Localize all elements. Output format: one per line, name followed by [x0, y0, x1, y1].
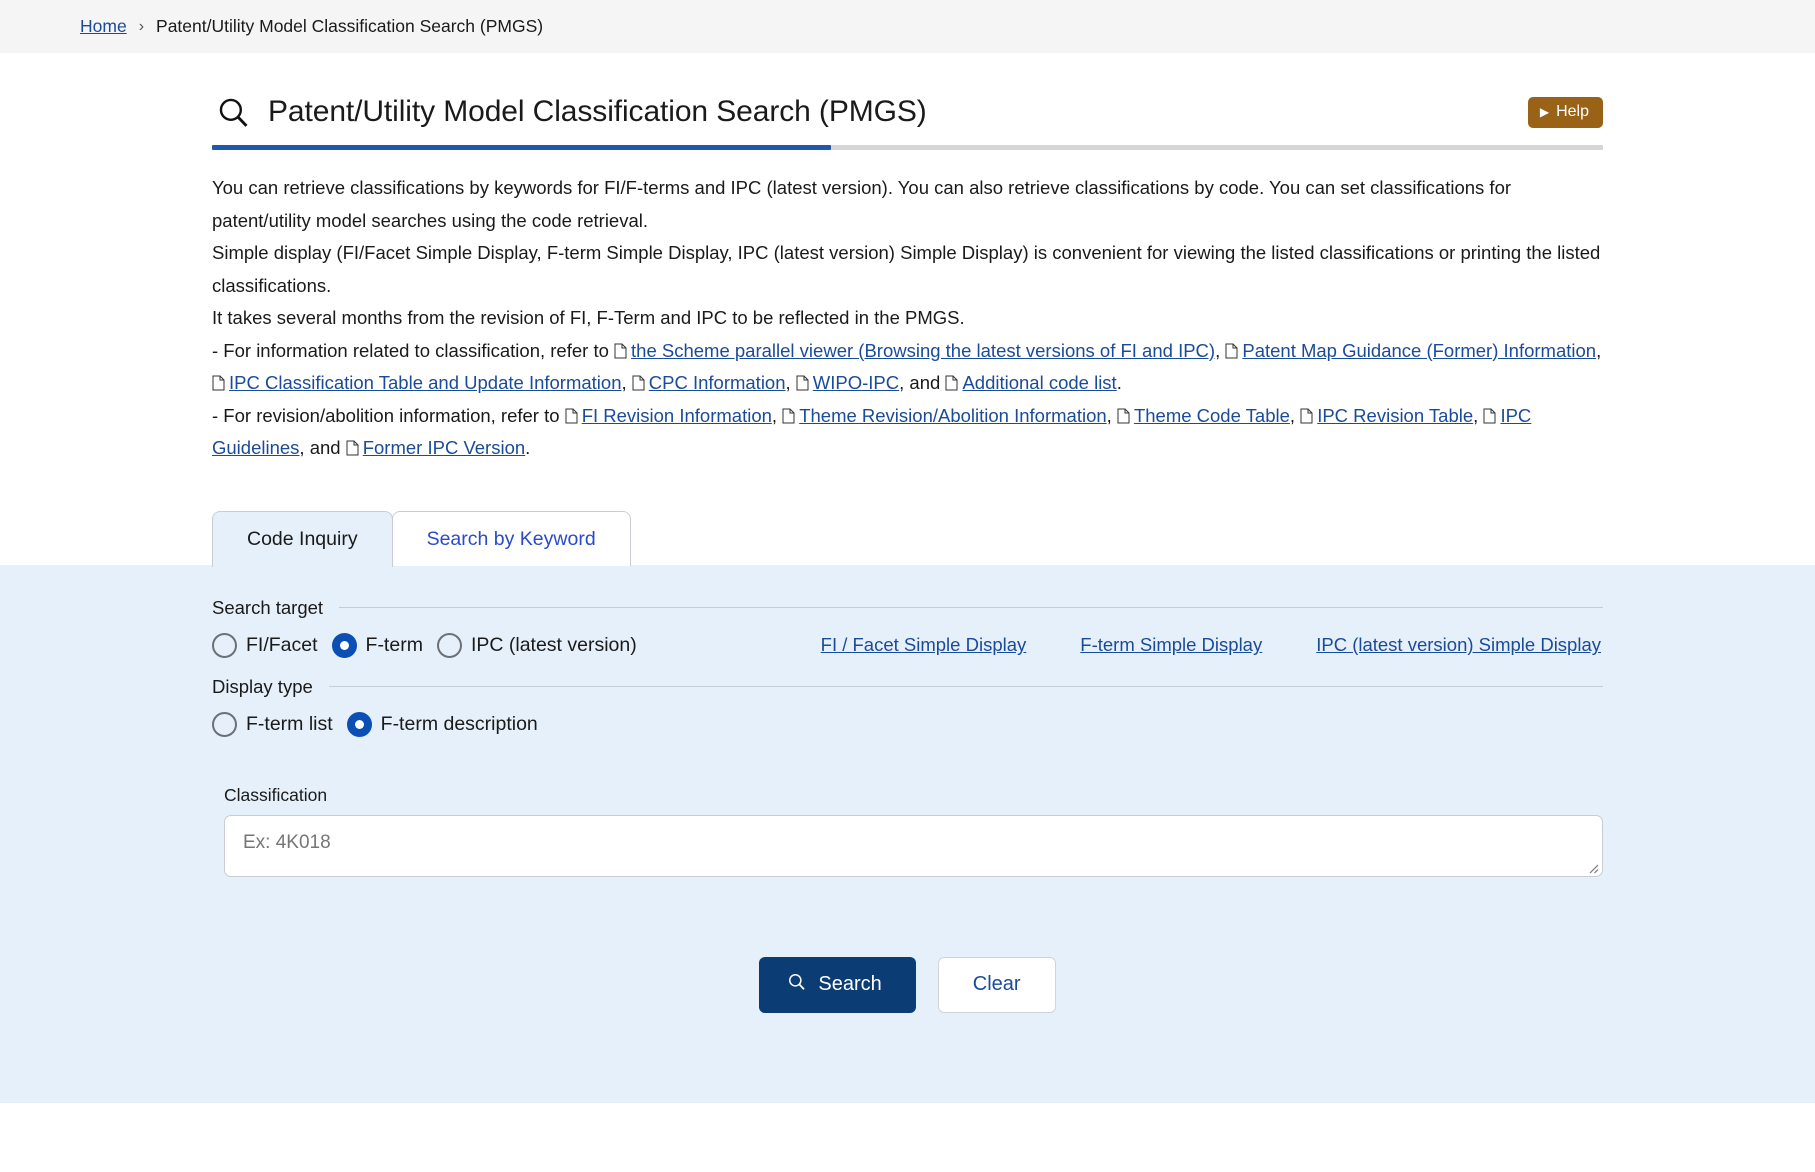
- document-icon: [346, 440, 359, 456]
- para5-prefix: - For revision/abolition information, re…: [212, 405, 565, 426]
- classification-input-wrapper: [224, 815, 1603, 877]
- radio-circle-f-term-list[interactable]: [212, 712, 237, 737]
- classification-input[interactable]: [224, 815, 1603, 877]
- sep-c1: ,: [1215, 340, 1225, 361]
- display-type-radio-group: F-term list F-term description: [212, 712, 538, 737]
- document-icon: [782, 408, 795, 424]
- radio-label-ipc-latest: IPC (latest version): [471, 634, 637, 657]
- link-wipo-ipc[interactable]: WIPO-IPC: [813, 372, 899, 393]
- help-button-label: Help: [1556, 103, 1589, 121]
- page-header: Patent/Utility Model Classification Sear…: [212, 53, 1603, 133]
- link-ipc-classification-table[interactable]: IPC Classification Table and Update Info…: [229, 372, 621, 393]
- link-fi-facet-simple-display[interactable]: FI / Facet Simple Display: [821, 634, 1027, 656]
- link-fi-revision-information[interactable]: FI Revision Information: [582, 405, 772, 426]
- document-icon: [212, 375, 225, 391]
- tab-search-by-keyword[interactable]: Search by Keyword: [392, 511, 631, 566]
- title-underline-accent: [212, 145, 1603, 150]
- description-paragraph-5: - For revision/abolition information, re…: [212, 400, 1603, 465]
- radio-option-fi-facet[interactable]: FI/Facet: [212, 633, 318, 658]
- period-2: .: [525, 437, 530, 458]
- link-theme-revision-abolition[interactable]: Theme Revision/Abolition Information: [799, 405, 1106, 426]
- document-icon: [632, 375, 645, 391]
- sep-c3: ,: [621, 372, 631, 393]
- search-target-label: Search target: [212, 597, 323, 619]
- link-ipc-simple-display[interactable]: IPC (latest version) Simple Display: [1316, 634, 1601, 656]
- sep-d1: ,: [772, 405, 782, 426]
- tab-bar: Code Inquiry Search by Keyword: [212, 511, 1603, 566]
- document-icon: [1300, 408, 1313, 424]
- search-button[interactable]: Search: [759, 957, 915, 1013]
- description-paragraph-4: - For information related to classificat…: [212, 335, 1603, 400]
- link-additional-code-list[interactable]: Additional code list: [962, 372, 1116, 393]
- classification-field-block: Classification: [212, 785, 1603, 877]
- sep-d3: ,: [1290, 405, 1300, 426]
- document-icon: [796, 375, 809, 391]
- sep-and-1: , and: [899, 372, 945, 393]
- divider: [329, 686, 1603, 687]
- breadcrumb-current-page: Patent/Utility Model Classification Sear…: [156, 16, 543, 37]
- page-title: Patent/Utility Model Classification Sear…: [268, 95, 1528, 129]
- display-type-row: F-term list F-term description: [212, 712, 1603, 737]
- link-f-term-simple-display[interactable]: F-term Simple Display: [1080, 634, 1262, 656]
- radio-circle-fi-facet[interactable]: [212, 633, 237, 658]
- divider: [339, 607, 1603, 608]
- search-icon: [787, 972, 806, 997]
- breadcrumb-home-link[interactable]: Home: [80, 16, 127, 37]
- tab-code-inquiry[interactable]: Code Inquiry: [212, 511, 393, 567]
- description-paragraph-2: Simple display (FI/Facet Simple Display,…: [212, 237, 1603, 302]
- radio-circle-f-term[interactable]: [332, 633, 357, 658]
- sep-d4: ,: [1473, 405, 1483, 426]
- description-block: You can retrieve classifications by keyw…: [212, 172, 1603, 465]
- search-panel: Search target FI/Facet F-term IPC (lates…: [0, 565, 1815, 1103]
- sep-c2: ,: [1596, 340, 1601, 361]
- search-target-radio-group: FI/Facet F-term IPC (latest version): [212, 633, 637, 658]
- sep-c4: ,: [786, 372, 796, 393]
- link-cpc-information[interactable]: CPC Information: [649, 372, 786, 393]
- breadcrumb: Home › Patent/Utility Model Classificati…: [0, 0, 1815, 53]
- description-paragraph-3: It takes several months from the revisio…: [212, 302, 1603, 335]
- simple-display-links: FI / Facet Simple Display F-term Simple …: [821, 634, 1603, 656]
- content-wrapper: Patent/Utility Model Classification Sear…: [0, 53, 1815, 566]
- link-ipc-revision-table[interactable]: IPC Revision Table: [1317, 405, 1473, 426]
- display-type-label: Display type: [212, 676, 313, 698]
- action-buttons: Search Clear: [212, 957, 1603, 1013]
- clear-button[interactable]: Clear: [938, 957, 1056, 1013]
- radio-label-f-term-list: F-term list: [246, 713, 333, 736]
- link-scheme-parallel-viewer[interactable]: the Scheme parallel viewer (Browsing the…: [631, 340, 1215, 361]
- radio-option-ipc-latest[interactable]: IPC (latest version): [437, 633, 637, 658]
- radio-option-f-term[interactable]: F-term: [332, 633, 423, 658]
- radio-label-f-term-description: F-term description: [381, 713, 538, 736]
- classification-label: Classification: [224, 785, 1603, 806]
- help-button[interactable]: ▶ Help: [1528, 97, 1603, 128]
- radio-label-fi-facet: FI/Facet: [246, 634, 318, 657]
- link-former-ipc-version[interactable]: Former IPC Version: [363, 437, 525, 458]
- link-patent-map-guidance[interactable]: Patent Map Guidance (Former) Information: [1242, 340, 1596, 361]
- breadcrumb-separator-icon: ›: [139, 18, 144, 36]
- sep-and-2: , and: [299, 437, 345, 458]
- period-1: .: [1117, 372, 1122, 393]
- document-icon: [565, 408, 578, 424]
- document-icon: [1483, 408, 1496, 424]
- page-body: Patent/Utility Model Classification Sear…: [0, 53, 1815, 1103]
- document-icon: [1117, 408, 1130, 424]
- link-theme-code-table[interactable]: Theme Code Table: [1134, 405, 1290, 426]
- radio-circle-f-term-description[interactable]: [347, 712, 372, 737]
- document-icon: [1225, 343, 1238, 359]
- para4-prefix: - For information related to classificat…: [212, 340, 614, 361]
- document-icon: [614, 343, 627, 359]
- document-icon: [945, 375, 958, 391]
- search-target-legend: Search target: [212, 565, 1603, 619]
- search-button-label: Search: [818, 973, 881, 996]
- radio-option-f-term-description[interactable]: F-term description: [347, 712, 538, 737]
- radio-circle-ipc-latest[interactable]: [437, 633, 462, 658]
- radio-option-f-term-list[interactable]: F-term list: [212, 712, 333, 737]
- description-paragraph-1: You can retrieve classifications by keyw…: [212, 172, 1603, 237]
- radio-label-f-term: F-term: [366, 634, 423, 657]
- play-triangle-icon: ▶: [1540, 106, 1549, 118]
- sep-d2: ,: [1107, 405, 1117, 426]
- display-type-legend: Display type: [212, 658, 1603, 698]
- search-icon: [212, 91, 254, 133]
- search-target-row: FI/Facet F-term IPC (latest version) FI …: [212, 633, 1603, 658]
